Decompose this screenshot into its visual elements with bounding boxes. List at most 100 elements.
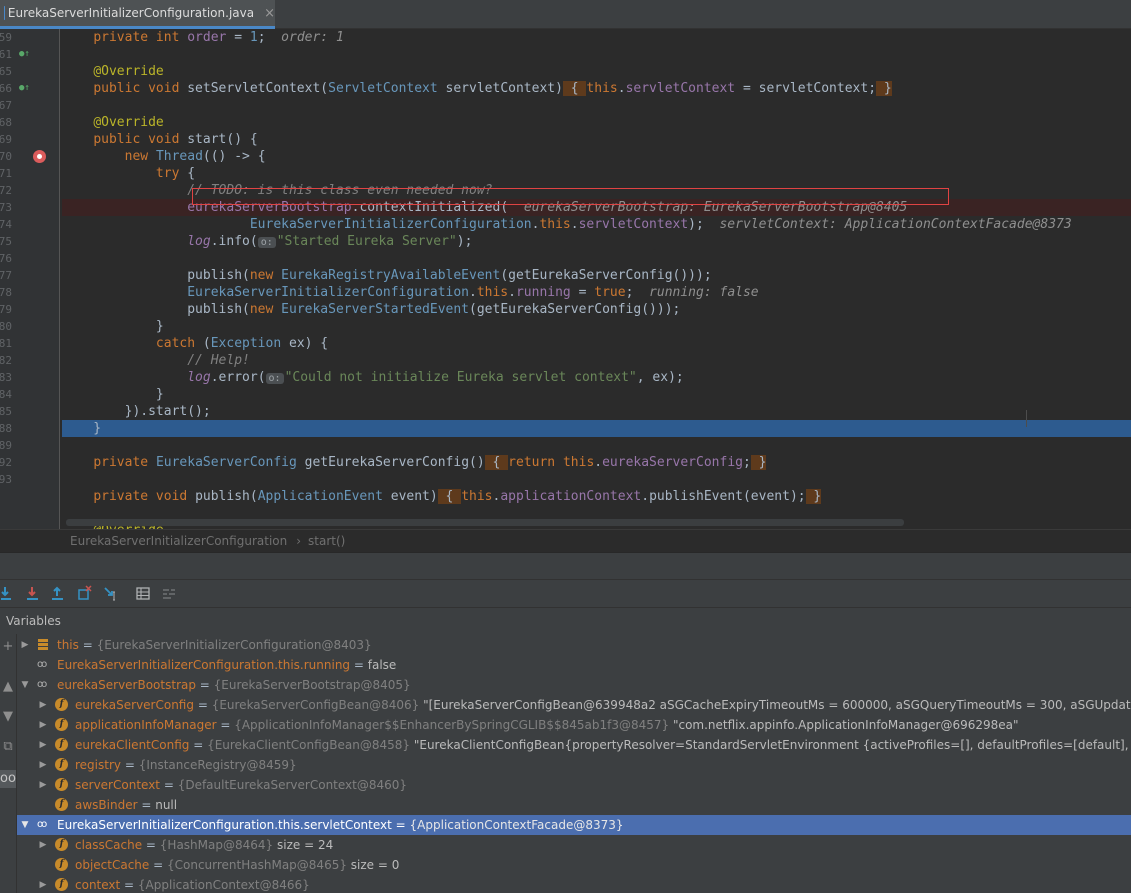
tab-eureka-server-initializer-configuration[interactable]: EurekaServerInitializerConfiguration.jav… bbox=[0, 0, 275, 29]
show-watches-icon[interactable]: oo bbox=[0, 770, 16, 788]
expand-arrow-icon[interactable]: ▶ bbox=[38, 775, 48, 795]
expand-arrow-icon[interactable]: ▶ bbox=[38, 735, 48, 755]
breadcrumb-method[interactable]: start() bbox=[308, 534, 345, 548]
variable-row[interactable]: ▶ f registry = {InstanceRegistry@8459} bbox=[17, 755, 1131, 775]
code-line[interactable]: }).start(); bbox=[62, 403, 1131, 420]
trace-stream-icon[interactable] bbox=[161, 585, 177, 602]
override-icon[interactable]: ●↑ bbox=[19, 49, 30, 59]
code-line[interactable]: @Override bbox=[62, 114, 1131, 131]
variable-row[interactable]: f awsBinder = null bbox=[17, 795, 1131, 815]
code-line[interactable]: public void start() { bbox=[62, 131, 1131, 148]
gutter-line[interactable]: 85 bbox=[0, 403, 60, 420]
breakpoint-icon[interactable] bbox=[33, 150, 46, 163]
gutter-line[interactable]: 84 bbox=[0, 386, 60, 403]
gutter-line[interactable]: 66 ●↑ bbox=[0, 80, 60, 97]
move-down-icon[interactable]: ▼ bbox=[0, 708, 16, 726]
code-line[interactable]: publish(new EurekaServerStartedEvent(get… bbox=[62, 301, 1131, 318]
variable-row[interactable]: ▶ f context = {ApplicationContext@8466} bbox=[17, 875, 1131, 893]
gutter-line[interactable]: 59 bbox=[0, 29, 60, 46]
evaluate-expression-icon[interactable] bbox=[135, 585, 151, 602]
gutter-line[interactable]: 68 bbox=[0, 114, 60, 131]
folded-region[interactable]: } bbox=[805, 489, 822, 504]
gutter-line[interactable]: 75 bbox=[0, 233, 60, 250]
gutter-line[interactable]: 88 bbox=[0, 420, 60, 437]
code-line[interactable]: EurekaServerInitializerConfiguration.thi… bbox=[62, 216, 1131, 233]
code-line[interactable]: try { bbox=[62, 165, 1131, 182]
variable-row[interactable]: ▶ f serverContext = {DefaultEurekaServerCo… bbox=[17, 775, 1131, 795]
gutter-line[interactable]: 70 bbox=[0, 148, 60, 165]
step-out-icon[interactable] bbox=[51, 585, 67, 602]
gutter-line[interactable]: 78 bbox=[0, 284, 60, 301]
variable-row[interactable]: f objectCache = {ConcurrentHashMap@8465} … bbox=[17, 855, 1131, 875]
close-tab-icon[interactable]: × bbox=[264, 6, 275, 21]
gutter-line[interactable]: 79 bbox=[0, 301, 60, 318]
code-line[interactable]: } bbox=[62, 318, 1131, 335]
expand-arrow-icon[interactable]: ▶ bbox=[38, 715, 48, 735]
gutter-line[interactable]: 76 bbox=[0, 250, 60, 267]
code-line[interactable]: catch (Exception ex) { bbox=[62, 335, 1131, 352]
collapse-arrow-icon[interactable]: ▼ bbox=[20, 675, 30, 695]
folded-region[interactable]: { bbox=[437, 489, 462, 504]
code-line[interactable]: private EurekaServerConfig getEurekaServ… bbox=[62, 454, 1131, 471]
folded-region[interactable]: { bbox=[562, 81, 587, 96]
gutter-line[interactable]: 65 bbox=[0, 63, 60, 80]
gutter-line[interactable]: 72 bbox=[0, 182, 60, 199]
gutter-line[interactable]: 69 bbox=[0, 131, 60, 148]
line-number-gutter[interactable]: 59 61 ●↑ 65 66 ●↑ 67 68 69 70 71 72 73 74 75 76 77 78 79 80… bbox=[0, 29, 60, 529]
code-line[interactable]: private int order = 1; order: 1 bbox=[62, 29, 1131, 46]
move-up-icon[interactable]: ▲ bbox=[0, 678, 16, 696]
expand-arrow-icon[interactable]: ▶ bbox=[38, 875, 48, 893]
gutter-line[interactable]: 83 bbox=[0, 369, 60, 386]
code-line[interactable]: private void publish(ApplicationEvent ev… bbox=[62, 488, 1131, 505]
code-editor[interactable]: 59 61 ●↑ 65 66 ●↑ 67 68 69 70 71 72 73 74 75 76 77 78 79 80… bbox=[0, 29, 1131, 529]
force-step-into-icon[interactable] bbox=[26, 585, 42, 602]
gutter-line[interactable]: 89 bbox=[0, 437, 60, 454]
variable-row[interactable]: ▼ oo EurekaServerInitializerConfiguration.… bbox=[17, 815, 1131, 835]
gutter-line[interactable]: 82 bbox=[0, 352, 60, 369]
expand-arrow-icon[interactable]: ▶ bbox=[38, 835, 48, 855]
code-line[interactable]: } bbox=[62, 386, 1131, 403]
expand-arrow-icon[interactable]: ▶ bbox=[38, 695, 48, 715]
code-line[interactable]: EurekaServerInitializerConfiguration.thi… bbox=[62, 284, 1131, 301]
variable-row[interactable]: ▼ oo eurekaServerBootstrap = {EurekaServer… bbox=[17, 675, 1131, 695]
code-line[interactable]: new Thread(() -> { bbox=[62, 148, 1131, 165]
drop-frame-icon[interactable] bbox=[77, 585, 93, 602]
variable-row[interactable]: ▶ f eurekaClientConfig = {EurekaClientConf… bbox=[17, 735, 1131, 755]
gutter-line[interactable]: 93 bbox=[0, 471, 60, 488]
folded-region[interactable]: { bbox=[484, 455, 509, 470]
variable-row[interactable]: ▶ f classCache = {HashMap@8464} size = 24 bbox=[17, 835, 1131, 855]
gutter-line[interactable]: 77 bbox=[0, 267, 60, 284]
variables-tree[interactable]: ▶ this = {EurekaServerInitializerConfigur… bbox=[17, 634, 1131, 893]
gutter-line[interactable]: 67 bbox=[0, 97, 60, 114]
breadcrumb-class[interactable]: EurekaServerInitializerConfiguration bbox=[70, 534, 287, 548]
collapse-arrow-icon[interactable]: ▼ bbox=[20, 815, 30, 835]
run-to-cursor-icon[interactable] bbox=[103, 585, 119, 602]
gutter-line[interactable]: 73 bbox=[0, 199, 60, 216]
code-line[interactable]: @Override bbox=[62, 63, 1131, 80]
code-area[interactable]: private int order = 1; order: 1 @Overrid… bbox=[62, 29, 1131, 529]
code-line[interactable]: publish(new EurekaRegistryAvailableEvent… bbox=[62, 267, 1131, 284]
code-line[interactable]: log.info(o: "Started Eureka Server"); bbox=[62, 233, 1131, 250]
variable-row[interactable]: ▶ f eurekaServerConfig = {EurekaServerConf… bbox=[17, 695, 1131, 715]
gutter-line[interactable]: 81 bbox=[0, 335, 60, 352]
gutter-line[interactable]: 92 bbox=[0, 454, 60, 471]
variable-row[interactable]: ▶ f applicationInfoManager = {ApplicationI… bbox=[17, 715, 1131, 735]
override-icon[interactable]: ●↑ bbox=[19, 83, 30, 93]
variable-row[interactable]: ▶ this = {EurekaServerInitializerConfigur… bbox=[17, 635, 1131, 655]
gutter-line[interactable]: 74 bbox=[0, 216, 60, 233]
folded-region[interactable]: } bbox=[750, 455, 767, 470]
expand-arrow-icon[interactable]: ▶ bbox=[38, 755, 48, 775]
horizontal-scrollbar[interactable] bbox=[66, 519, 904, 526]
gutter-line[interactable]: 71 bbox=[0, 165, 60, 182]
code-line[interactable]: public void setServletContext(ServletCon… bbox=[62, 80, 1131, 97]
caret-code-line[interactable]: } bbox=[62, 420, 1131, 437]
new-watch-icon[interactable]: + bbox=[0, 638, 16, 656]
folded-region[interactable]: } bbox=[876, 81, 892, 96]
code-line[interactable]: // Help! bbox=[62, 352, 1131, 369]
code-line[interactable]: log.error(o: "Could not initialize Eureka… bbox=[62, 369, 1131, 386]
copy-icon[interactable]: ⧉ bbox=[0, 738, 16, 756]
gutter-line[interactable]: 80 bbox=[0, 318, 60, 335]
step-over-icon[interactable] bbox=[0, 585, 16, 602]
gutter-line[interactable]: 61 ●↑ bbox=[0, 46, 60, 63]
variable-row[interactable]: oo EurekaServerInitializerConfiguration.t… bbox=[17, 655, 1131, 675]
